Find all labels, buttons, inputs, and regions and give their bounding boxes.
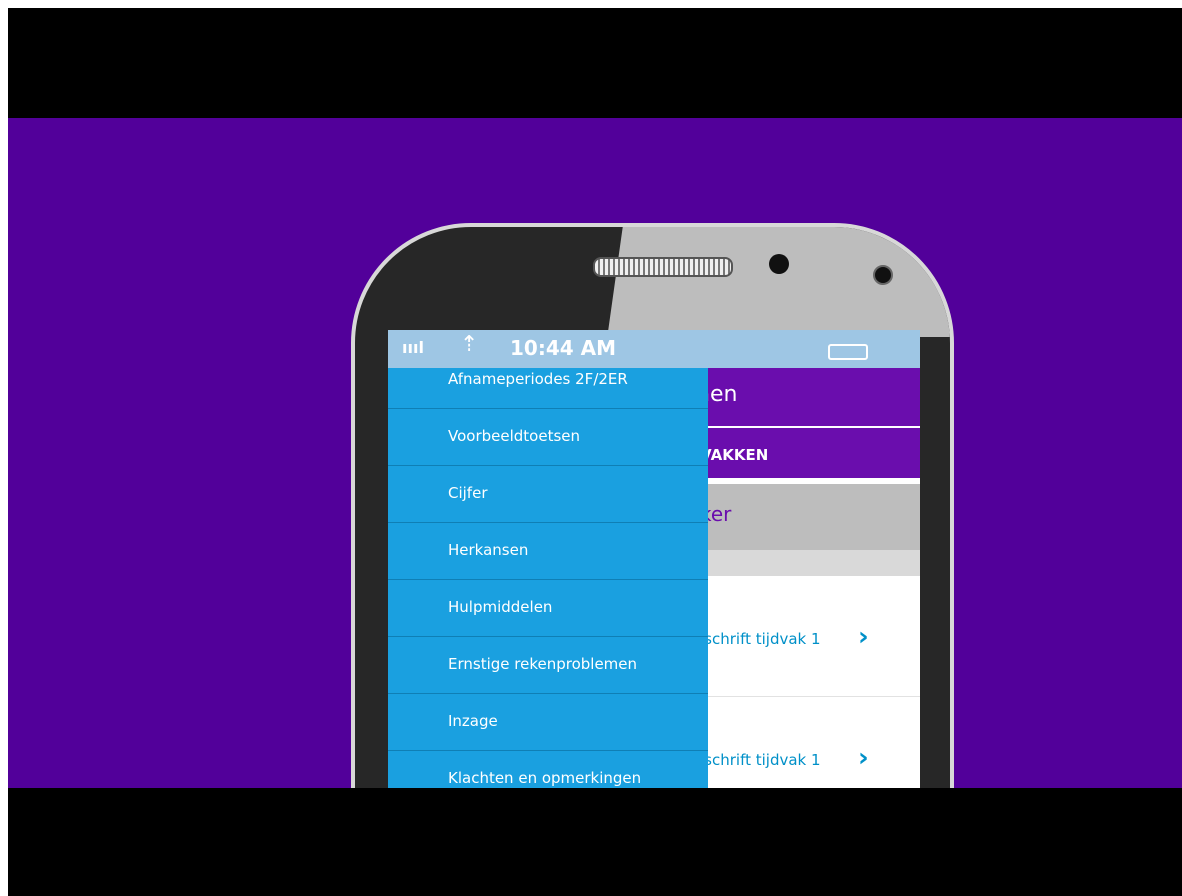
purple-backdrop: ıııl ⇡ 10:44 AM nen VAKKEN ker rschrift … [8,118,1182,788]
list-item[interactable]: rschrift tijdvak 1 › [688,697,920,788]
camera-icon [769,254,789,274]
list-item-label: rschrift tijdvak 1 [698,630,821,648]
sensor-icon [873,265,893,285]
drawer-item-label: Inzage [448,712,498,730]
drawer-item-label: Ernstige rekenproblemen [448,655,638,673]
video-frame: ıııl ⇡ 10:44 AM nen VAKKEN ker rschrift … [8,8,1182,896]
phone-gloss [607,227,950,337]
tab-vakken[interactable]: VAKKEN [700,446,768,464]
section-divider [688,550,920,576]
phone-screen: ıııl ⇡ 10:44 AM nen VAKKEN ker rschrift … [388,330,920,788]
tab-indicator [688,478,920,482]
app-header: nen [688,368,920,426]
phone: ıııl ⇡ 10:44 AM nen VAKKEN ker rschrift … [351,223,954,788]
drawer-item-afnameperiodes[interactable]: Afnameperiodes 2F/2ER [388,352,708,409]
drawer-item-ernstige-rekenproblemen[interactable]: Ernstige rekenproblemen [388,637,708,694]
drawer-item-voorbeeldtoetsen[interactable]: Voorbeeldtoetsen [388,409,708,466]
battery-icon [828,344,868,360]
chevron-right-icon: › [858,743,869,773]
drawer-item-label: Hulpmiddelen [448,598,553,616]
letterbox-bottom [8,788,1182,896]
drawer-item-inzage[interactable]: Inzage [388,694,708,751]
tab-bar[interactable]: VAKKEN [688,428,920,482]
drawer-item-label: Afnameperiodes 2F/2ER [448,370,628,388]
list-item[interactable]: rschrift tijdvak 1 › [688,576,920,697]
drawer-item-label: Klachten en opmerkingen [448,769,642,787]
list-item-label: rschrift tijdvak 1 [698,751,821,769]
drawer-item-label: Voorbeeldtoetsen [448,427,581,445]
drawer-item-klachten[interactable]: Klachten en opmerkingen [388,751,708,788]
chevron-right-icon: › [858,622,869,652]
drawer-item-label: Herkansen [448,541,529,559]
phone-speaker [593,257,733,277]
navigation-drawer: Afnameperiodes 2F/2ER Voorbeeldtoetsen C… [388,368,708,788]
drawer-item-label: Cijfer [448,484,488,502]
subheader: ker [688,484,920,550]
drawer-item-hulpmiddelen[interactable]: Hulpmiddelen [388,580,708,637]
drawer-item-herkansen[interactable]: Herkansen [388,523,708,580]
drawer-item-cijfer[interactable]: Cijfer [388,466,708,523]
